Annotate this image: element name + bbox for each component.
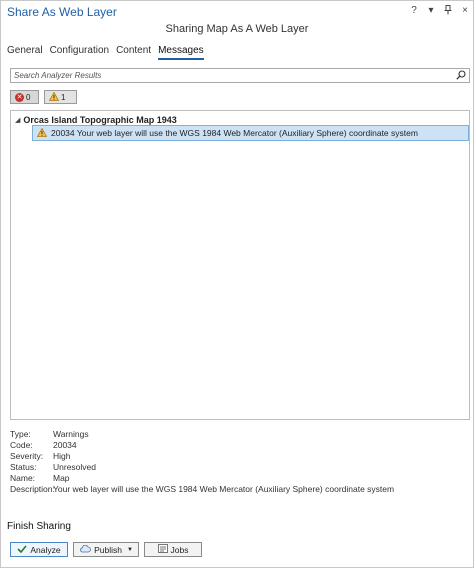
- publish-button[interactable]: Publish ▼: [73, 542, 139, 557]
- help-icon[interactable]: ?: [410, 5, 418, 19]
- tab-bar: General Configuration Content Messages: [7, 45, 204, 60]
- results-group[interactable]: ◢ Orcas Island Topographic Map 1943: [15, 115, 177, 125]
- detail-type: Type: Warnings: [10, 429, 89, 439]
- jobs-list-icon: [157, 544, 168, 555]
- tab-configuration[interactable]: Configuration: [50, 45, 109, 60]
- finish-sharing-heading: Finish Sharing: [7, 521, 71, 532]
- options-menu-icon[interactable]: ▾: [427, 5, 435, 19]
- search-box: [10, 68, 470, 83]
- warnings-filter-button[interactable]: 1: [44, 90, 77, 104]
- detail-code: Code: 20034: [10, 440, 77, 450]
- warning-icon: [48, 91, 60, 103]
- checkmark-icon: [17, 544, 27, 555]
- jobs-button[interactable]: Jobs: [144, 542, 202, 557]
- pane-titlebar: Share As Web Layer ? ▾ ×: [1, 1, 473, 23]
- collapse-triangle-icon[interactable]: ◢: [15, 116, 20, 124]
- analyze-button[interactable]: Analyze: [10, 542, 68, 557]
- tab-content[interactable]: Content: [116, 45, 151, 60]
- titlebar-controls: ? ▾ ×: [410, 5, 469, 19]
- finish-actions: Analyze Publish ▼ Jobs: [10, 542, 202, 557]
- detail-description: Description: Your web layer will use the…: [10, 484, 395, 494]
- search-input[interactable]: [11, 69, 441, 82]
- chevron-down-icon[interactable]: ▼: [127, 547, 133, 553]
- pin-icon[interactable]: [444, 5, 452, 19]
- results-group-title: Orcas Island Topographic Map 1943: [23, 115, 177, 125]
- message-details: Type: Warnings Code: 20034 Severity: Hig…: [10, 429, 394, 495]
- warnings-count: 1: [61, 92, 66, 102]
- close-icon[interactable]: ×: [461, 5, 469, 19]
- error-icon: ✕: [15, 92, 24, 102]
- message-filters: ✕ 0 1: [10, 90, 77, 104]
- detail-name: Name: Map: [10, 473, 70, 483]
- errors-count: 0: [26, 92, 31, 102]
- result-message-row[interactable]: 20034 Your web layer will use the WGS 19…: [32, 125, 469, 141]
- tab-messages[interactable]: Messages: [158, 45, 204, 60]
- share-web-layer-pane: Share As Web Layer ? ▾ × Sharing Map As …: [0, 0, 474, 568]
- tab-general[interactable]: General: [7, 45, 43, 60]
- detail-severity: Severity: High: [10, 451, 71, 461]
- search-icon[interactable]: [456, 70, 466, 80]
- result-message-text: 20034 Your web layer will use the WGS 19…: [51, 128, 418, 138]
- analyzer-results-tree: ◢ Orcas Island Topographic Map 1943 2003…: [10, 110, 470, 420]
- warning-icon: [36, 127, 48, 139]
- detail-status: Status: Unresolved: [10, 462, 96, 472]
- pane-subtitle: Sharing Map As A Web Layer: [165, 23, 309, 35]
- cloud-upload-icon: [79, 544, 91, 555]
- errors-filter-button[interactable]: ✕ 0: [10, 90, 39, 104]
- pane-title: Share As Web Layer: [7, 5, 117, 19]
